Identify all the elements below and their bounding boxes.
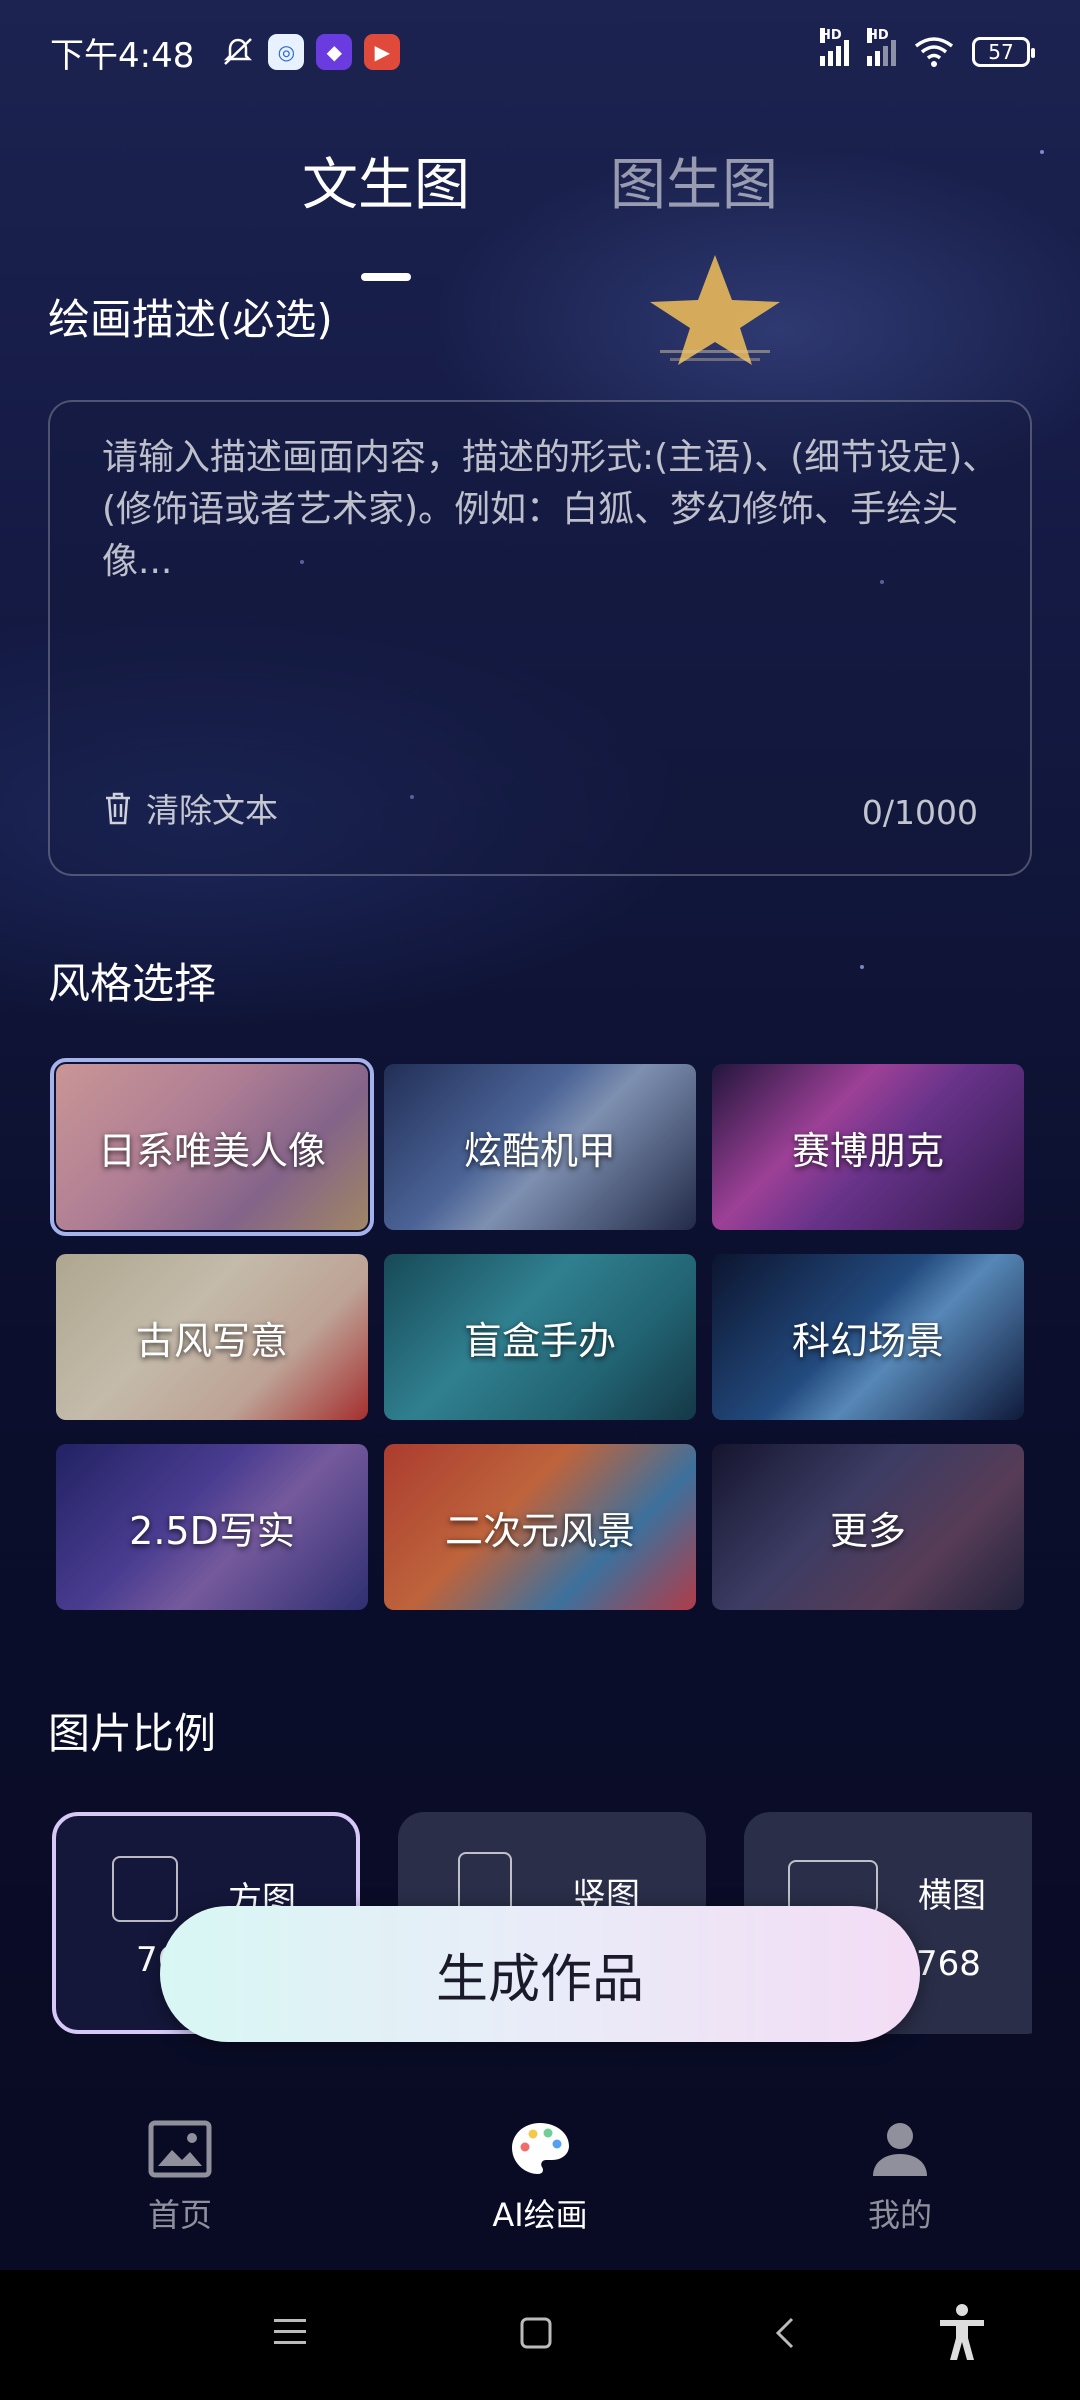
ratio-dims: 768 xyxy=(916,1944,981,1984)
signal-icon: HD xyxy=(820,28,849,66)
wifi-icon xyxy=(914,37,954,67)
sparkle xyxy=(860,965,864,969)
battery-level: 57 xyxy=(988,40,1014,64)
app-notification-icon: ◆ xyxy=(316,34,353,70)
user-icon xyxy=(873,2123,927,2176)
style-card[interactable]: 科幻场景 xyxy=(712,1254,1024,1420)
status-bar: 下午4:48 ◎ ◆ ▶ HD HD 57 xyxy=(0,0,1080,104)
style-label: 2.5D写实 xyxy=(129,1508,295,1553)
image-icon xyxy=(148,2120,212,2178)
style-label: 古风写意 xyxy=(135,1318,288,1363)
ratio-name: 横图 xyxy=(918,1876,986,1916)
hd-label: HD xyxy=(820,28,842,43)
description-input[interactable]: 请输入描述画面内容，描述的形式:(主语)、(细节设定)、(修饰语或者艺术家)。例… xyxy=(48,400,1032,876)
tab-active-indicator xyxy=(361,273,411,281)
nav-label: 首页 xyxy=(147,2196,212,2234)
clear-text-label: 清除文本 xyxy=(146,791,278,830)
accessibility-icon xyxy=(940,2304,984,2360)
mute-bell-icon xyxy=(224,38,253,65)
style-grid: 日系唯美人像 炫酷机甲 赛博朋克 古风写意 盲盒手办 科幻场景 2.5D写实 二… xyxy=(50,1058,1030,1610)
nav-label: 我的 xyxy=(867,2196,932,2234)
app-notification-icon: ◎ xyxy=(268,34,305,70)
trash-icon xyxy=(106,792,130,825)
nav-label: AI绘画 xyxy=(492,2196,588,2234)
palette-icon xyxy=(512,2123,569,2174)
menu-button[interactable] xyxy=(272,2315,308,2349)
generate-button[interactable]: 生成作品 xyxy=(160,1906,920,2042)
hd-label: HD xyxy=(867,28,889,43)
style-label: 炫酷机甲 xyxy=(463,1128,616,1173)
tab-image-to-image[interactable]: 图生图 xyxy=(610,140,778,221)
style-label: 赛博朋克 xyxy=(791,1128,944,1173)
clear-text-button[interactable]: 清除文本 xyxy=(102,784,278,832)
style-card[interactable]: 赛博朋克 xyxy=(712,1064,1024,1230)
star-decoration-icon xyxy=(650,255,780,365)
style-label: 盲盒手办 xyxy=(463,1318,616,1363)
style-card[interactable]: 2.5D写实 xyxy=(56,1444,368,1610)
description-placeholder: 请输入描述画面内容，描述的形式:(主语)、(细节设定)、(修饰语或者艺术家)。例… xyxy=(102,437,999,582)
video-app-icon: ▶ xyxy=(364,34,401,70)
nav-profile[interactable]: 我的 xyxy=(720,2088,1080,2270)
tab-label: 文生图 xyxy=(302,153,470,218)
accessibility-button[interactable] xyxy=(934,2302,990,2364)
tab-text-to-image[interactable]: 文生图 xyxy=(302,140,470,281)
square-shape-icon xyxy=(112,1856,178,1922)
style-label: 科幻场景 xyxy=(791,1318,944,1363)
style-card[interactable]: 古风写意 xyxy=(56,1254,368,1420)
mode-tabs: 文生图 图生图 xyxy=(0,140,1080,281)
back-button[interactable] xyxy=(770,2315,798,2351)
nav-ai-drawing[interactable]: AI绘画 xyxy=(360,2088,720,2270)
style-label: 日系唯美人像 xyxy=(97,1128,326,1173)
bottom-nav: 首页 AI绘画 我的 xyxy=(0,2088,1080,2270)
style-label: 二次元风景 xyxy=(444,1508,635,1553)
system-navigation-bar xyxy=(0,2270,1080,2400)
status-time: 下午4:48 xyxy=(50,35,195,76)
style-card[interactable]: 盲盒手办 xyxy=(384,1254,696,1420)
menu-icon xyxy=(274,2319,306,2344)
back-chevron-icon xyxy=(775,2317,794,2349)
description-title: 绘画描述(必选) xyxy=(48,295,333,344)
battery-icon: 57 xyxy=(972,37,1035,67)
style-card[interactable]: 炫酷机甲 xyxy=(384,1064,696,1230)
signal-icon: HD xyxy=(867,28,896,66)
style-card-more[interactable]: 更多 xyxy=(712,1444,1024,1610)
tab-label: 图生图 xyxy=(610,153,778,218)
ratio-title: 图片比例 xyxy=(48,1709,217,1758)
style-label: 更多 xyxy=(829,1508,906,1553)
character-counter: 0/1000 xyxy=(861,793,978,832)
home-button[interactable] xyxy=(518,2315,554,2351)
home-square-icon xyxy=(520,2317,552,2349)
nav-home[interactable]: 首页 xyxy=(0,2088,360,2270)
style-card[interactable]: 二次元风景 xyxy=(384,1444,696,1610)
style-card[interactable]: 日系唯美人像 xyxy=(50,1058,374,1236)
style-title: 风格选择 xyxy=(48,959,217,1008)
